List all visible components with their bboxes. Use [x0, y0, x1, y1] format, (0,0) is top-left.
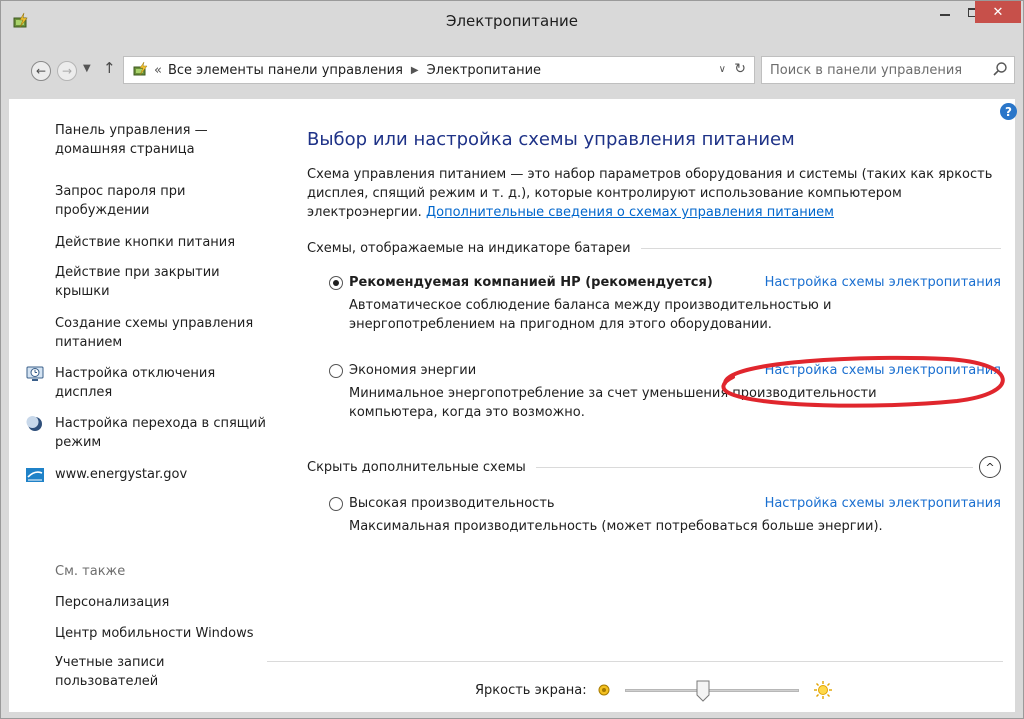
main-panel: Выбор или настройка схемы управления пит… [307, 99, 1007, 712]
recent-locations-button[interactable]: ▼ [83, 63, 91, 74]
breadcrumb-power-options[interactable]: Электропитание [427, 63, 541, 78]
see-also-personalization[interactable]: Персонализация [55, 593, 269, 612]
plan-saver-radio[interactable] [329, 363, 343, 378]
search-placeholder: Поиск в панели управления [770, 62, 963, 78]
content-pane: Панель управления — домашняя страница За… [9, 99, 1015, 712]
control-panel-icon [133, 61, 148, 76]
hidden-plans-section: Скрыть дополнительные схемы ^ [307, 456, 1001, 478]
battery-plans-section: Схемы, отображаемые на индикаторе батаре… [307, 241, 1001, 256]
display-power-icon [26, 366, 44, 381]
plan-saver-settings-link[interactable]: Настройка схемы электропитания [765, 363, 1001, 378]
up-button[interactable]: ↑ [103, 59, 116, 77]
sleep-moon-icon [26, 416, 42, 431]
section-divider [640, 248, 1001, 249]
title-bar: Электропитание ✕ [1, 1, 1023, 41]
plan-high-performance: Высокая производительность Настройка схе… [329, 496, 1001, 536]
chevron-right-icon[interactable]: ▶ [411, 65, 419, 76]
see-also-mobility-center[interactable]: Центр мобильности Windows [55, 624, 269, 643]
brightness-label: Яркость экрана: [475, 682, 587, 698]
minimize-button[interactable] [931, 1, 959, 23]
chevron-up-icon: ^ [985, 460, 995, 474]
back-button[interactable]: ← [31, 61, 51, 81]
path-overflow-icon[interactable]: « [154, 63, 162, 78]
bottom-divider [267, 661, 1003, 662]
brightness-control: Яркость экрана: [475, 677, 875, 703]
see-also-heading: См. также [55, 564, 126, 579]
search-input[interactable]: Поиск в панели управления [761, 56, 1015, 84]
plan-saver-description: Минимальное энергопотребление за счет ум… [349, 386, 877, 420]
section-divider [535, 466, 973, 468]
forward-button[interactable]: → [57, 61, 77, 81]
plan-hp-settings-link[interactable]: Настройка схемы электропитания [765, 275, 1001, 290]
collapse-button[interactable]: ^ [979, 456, 1001, 478]
refresh-icon[interactable]: ↻ [734, 61, 746, 77]
plan-hp-recommended: Рекомендуемая компанией HP (рекомендуетс… [329, 275, 1001, 334]
brightness-high-icon [813, 681, 832, 699]
close-icon: ✕ [992, 4, 1004, 20]
plan-high-description: Максимальная производительность (может п… [349, 519, 883, 534]
energystar-icon [26, 468, 44, 482]
plan-high-settings-link[interactable]: Настройка схемы электропитания [765, 496, 1001, 511]
arrow-up-icon: ↑ [103, 59, 116, 77]
battery-plans-heading: Схемы, отображаемые на индикаторе батаре… [307, 241, 631, 256]
arrow-right-icon: → [61, 64, 73, 78]
page-description: Схема управления питанием — это набор па… [307, 165, 997, 222]
sidebar-item-create-plan[interactable]: Создание схемы управления питанием [55, 314, 269, 352]
plan-saver-name[interactable]: Экономия энергии [349, 363, 765, 378]
plan-hp-description: Автоматическое соблюдение баланса между … [349, 298, 832, 332]
address-dropdown-icon[interactable]: ∨ [719, 64, 726, 75]
more-info-link[interactable]: Дополнительные сведения о схемах управле… [426, 205, 834, 220]
power-options-window: Электропитание ✕ ← → ▼ ↑ « Все элементы … [0, 0, 1024, 719]
sidebar-item-energystar[interactable]: www.energystar.gov [55, 465, 269, 484]
address-bar: ← → ▼ ↑ « Все элементы панели управления… [9, 41, 1015, 99]
close-button[interactable]: ✕ [975, 1, 1021, 23]
brightness-low-icon [598, 684, 610, 696]
sidebar-item-home[interactable]: Панель управления — домашняя страница [55, 121, 269, 159]
slider-thumb[interactable] [696, 680, 710, 702]
arrow-left-icon: ← [35, 64, 47, 78]
plan-hp-name[interactable]: Рекомендуемая компанией HP (рекомендуетс… [349, 275, 765, 290]
see-also-user-accounts[interactable]: Учетные записи пользователей [55, 653, 269, 691]
sidebar-item-lid-close[interactable]: Действие при закрытии крышки [55, 263, 269, 301]
plan-power-saver: Экономия энергии Настройка схемы электро… [329, 363, 1001, 422]
breadcrumb-all-items[interactable]: Все элементы панели управления [168, 63, 403, 78]
minimize-icon [940, 14, 950, 16]
sidebar-item-wake-password[interactable]: Запрос пароля при пробуждении [55, 182, 269, 220]
slider-track[interactable] [624, 689, 799, 692]
sidebar-item-display-off[interactable]: Настройка отключения дисплея [55, 364, 269, 402]
sidebar-item-power-button[interactable]: Действие кнопки питания [55, 233, 269, 252]
brightness-slider[interactable] [617, 680, 807, 702]
sidebar-item-sleep[interactable]: Настройка перехода в спящий режим [55, 414, 269, 452]
page-title: Выбор или настройка схемы управления пит… [307, 129, 795, 150]
breadcrumb[interactable]: « Все элементы панели управления ▶ Элект… [123, 56, 755, 84]
window-title: Электропитание [445, 12, 579, 30]
plan-high-radio[interactable] [329, 496, 343, 511]
search-icon[interactable] [992, 61, 1008, 77]
chevron-down-icon: ▼ [83, 63, 91, 74]
sidebar: Панель управления — домашняя страница За… [9, 99, 275, 712]
hidden-plans-heading[interactable]: Скрыть дополнительные схемы [307, 460, 526, 475]
plan-hp-radio[interactable] [329, 275, 343, 290]
plan-high-name[interactable]: Высокая производительность [349, 496, 765, 511]
help-icon[interactable]: ? [1000, 103, 1017, 120]
